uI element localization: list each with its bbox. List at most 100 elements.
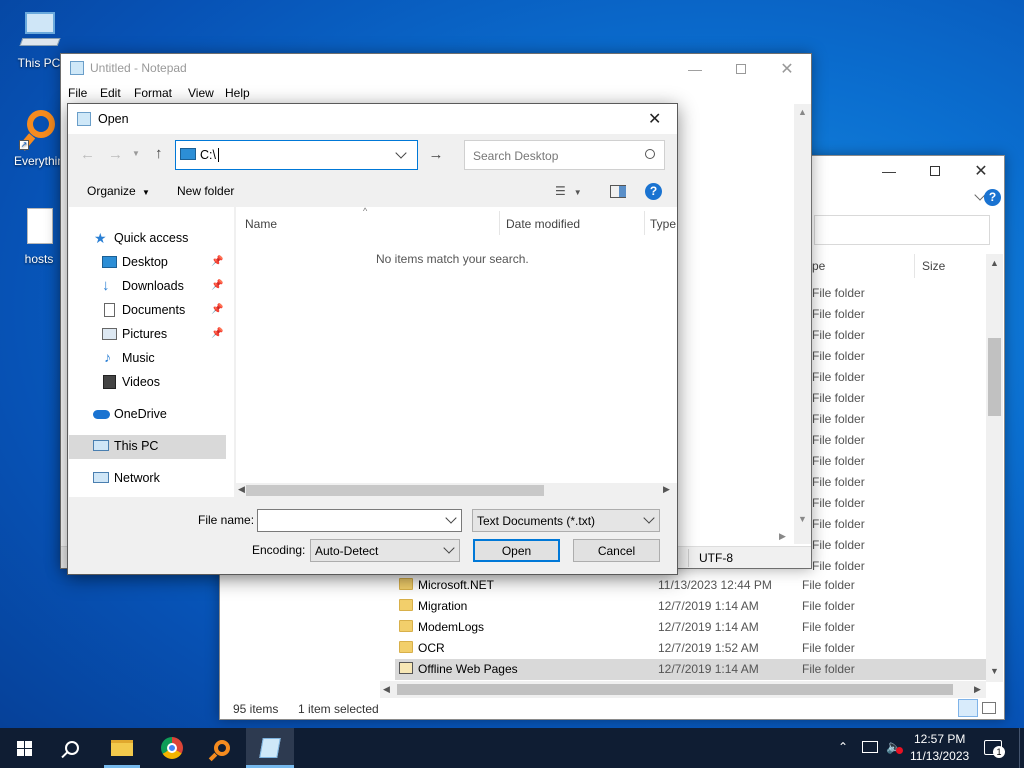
- menu-help[interactable]: Help: [225, 86, 250, 100]
- nav-this-pc[interactable]: This PC: [69, 435, 226, 459]
- list-item[interactable]: ModemLogs 12/7/2019 1:14 AM File folder: [395, 617, 986, 638]
- column-header-date[interactable]: Date modified: [506, 217, 580, 231]
- vertical-scrollbar[interactable]: ▲ ▼: [986, 254, 1003, 682]
- column-header-name[interactable]: Name: [245, 217, 277, 231]
- column-header-type[interactable]: pe: [812, 259, 825, 273]
- notepad-taskbar-button[interactable]: [246, 728, 294, 768]
- large-icons-view-icon[interactable]: [982, 702, 996, 714]
- list-item[interactable]: Microsoft.NET 11/13/2023 12:44 PM File f…: [395, 575, 986, 596]
- help-icon[interactable]: ?: [984, 189, 1001, 206]
- go-arrow-icon[interactable]: →: [425, 142, 447, 168]
- nav-network[interactable]: Network: [69, 467, 226, 491]
- close-button[interactable]: ✕: [958, 156, 1004, 186]
- scroll-right-arrow-icon[interactable]: ▶: [663, 484, 670, 495]
- scroll-left-arrow-icon[interactable]: ◀: [383, 684, 390, 695]
- back-arrow-icon[interactable]: ←: [80, 146, 95, 163]
- list-item[interactable]: Migration 12/7/2019 1:14 AM File folder: [395, 596, 986, 617]
- scroll-up-arrow-icon[interactable]: ▲: [798, 107, 807, 117]
- search-box[interactable]: Search Desktop: [464, 140, 665, 170]
- open-button[interactable]: Open: [473, 539, 560, 562]
- forward-arrow-icon[interactable]: →: [108, 146, 123, 163]
- nav-documents[interactable]: Documents 📌: [69, 299, 226, 323]
- nav-quick-access[interactable]: ★ Quick access: [69, 227, 226, 251]
- scroll-down-arrow-icon[interactable]: ▼: [990, 666, 999, 676]
- minimize-button[interactable]: —: [866, 156, 912, 186]
- file-name-input[interactable]: [257, 509, 462, 532]
- nav-desktop[interactable]: Desktop 📌: [69, 251, 226, 275]
- up-arrow-icon[interactable]: ↑: [155, 145, 163, 162]
- nav-pictures[interactable]: Pictures 📌: [69, 323, 226, 347]
- preview-pane-icon[interactable]: [610, 185, 626, 198]
- scrollbar-thumb[interactable]: [246, 485, 544, 496]
- search-input[interactable]: Search Desktop: [473, 149, 558, 163]
- chevron-down-icon[interactable]: ▼: [132, 149, 140, 158]
- menu-view[interactable]: View: [188, 86, 214, 100]
- start-button[interactable]: [0, 728, 48, 768]
- details-view-icon[interactable]: [958, 699, 978, 717]
- maximize-button[interactable]: [718, 54, 764, 84]
- column-header-size[interactable]: Size: [922, 259, 945, 273]
- scroll-left-arrow-icon[interactable]: ◀: [238, 484, 245, 495]
- explorer-search-input[interactable]: [814, 215, 990, 245]
- nav-videos[interactable]: Videos: [69, 371, 226, 395]
- notification-count-badge: 1: [993, 746, 1005, 758]
- view-options-icon[interactable]: ☰ ▼: [555, 184, 582, 198]
- scroll-up-arrow-icon[interactable]: ▲: [990, 258, 999, 268]
- clock-time[interactable]: 12:57 PM: [914, 732, 965, 746]
- address-bar[interactable]: C:\: [175, 140, 418, 170]
- column-header-type[interactable]: Type: [650, 217, 676, 231]
- help-icon[interactable]: ?: [645, 183, 662, 200]
- scrollbar-thumb[interactable]: [397, 684, 953, 695]
- close-button[interactable]: ✕: [764, 54, 810, 84]
- address-text[interactable]: C:\: [200, 148, 219, 162]
- maximize-button[interactable]: [912, 156, 958, 186]
- minimize-button[interactable]: —: [672, 54, 718, 84]
- scroll-right-arrow-icon[interactable]: ▶: [974, 684, 981, 695]
- close-button[interactable]: ✕: [648, 109, 661, 129]
- horizontal-scrollbar[interactable]: ◀ ▶: [380, 681, 986, 698]
- show-hidden-icons-chevron-icon[interactable]: ⌃: [838, 740, 848, 754]
- pin-icon[interactable]: 📌: [211, 304, 223, 315]
- pin-icon[interactable]: 📌: [211, 256, 223, 267]
- notepad-vertical-scrollbar[interactable]: ▲ ▼: [794, 104, 811, 544]
- new-folder-button[interactable]: New folder: [177, 184, 234, 198]
- show-desktop-button[interactable]: [1019, 728, 1024, 768]
- nav-onedrive[interactable]: OneDrive: [69, 403, 226, 427]
- item-date: 12/7/2019 1:14 AM: [658, 599, 759, 613]
- volume-muted-icon[interactable]: 🔈: [886, 739, 903, 755]
- notepad-hscroll-right-arrow-icon[interactable]: ▶: [779, 531, 786, 542]
- menu-edit[interactable]: Edit: [100, 86, 121, 100]
- chevron-down-icon[interactable]: [445, 512, 457, 524]
- type-cell: File folder: [812, 328, 865, 342]
- nav-downloads[interactable]: ↓ Downloads 📌: [69, 275, 226, 299]
- network-status-icon[interactable]: [862, 741, 878, 753]
- horizontal-scrollbar[interactable]: ◀ ▶: [236, 483, 677, 497]
- search-button[interactable]: [48, 728, 96, 768]
- scrollbar-thumb[interactable]: [988, 338, 1001, 416]
- everything-taskbar-button[interactable]: [198, 728, 246, 768]
- list-item[interactable]: OCR 12/7/2019 1:52 AM File folder: [395, 638, 986, 659]
- chevron-down-icon[interactable]: [395, 147, 407, 159]
- file-explorer-taskbar-button[interactable]: [98, 728, 146, 768]
- chevron-down-icon: [643, 512, 655, 524]
- menu-file[interactable]: File: [68, 86, 87, 100]
- list-item-selected[interactable]: Offline Web Pages 12/7/2019 1:14 AM File…: [395, 659, 986, 680]
- nav-label: Desktop: [122, 255, 168, 269]
- action-center-icon[interactable]: 1: [984, 740, 1005, 758]
- item-name: OCR: [418, 641, 445, 655]
- type-cell: File folder: [812, 412, 865, 426]
- clock-date[interactable]: 11/13/2023: [910, 749, 969, 763]
- chrome-taskbar-button[interactable]: [148, 728, 196, 768]
- menu-format[interactable]: Format: [134, 86, 172, 100]
- file-type-select[interactable]: Text Documents (*.txt): [472, 509, 660, 532]
- encoding-select[interactable]: Auto-Detect: [310, 539, 460, 562]
- cancel-button[interactable]: Cancel: [573, 539, 660, 562]
- nav-music[interactable]: ♪ Music: [69, 347, 226, 371]
- dropdown-arrow-icon: ▼: [142, 188, 150, 197]
- organize-button[interactable]: Organize ▼: [87, 184, 150, 198]
- scroll-down-arrow-icon[interactable]: ▼: [798, 514, 807, 524]
- pin-icon[interactable]: 📌: [211, 280, 223, 291]
- pin-icon[interactable]: 📌: [211, 328, 223, 339]
- item-name: Microsoft.NET: [418, 578, 495, 592]
- chrome-icon: [161, 737, 183, 759]
